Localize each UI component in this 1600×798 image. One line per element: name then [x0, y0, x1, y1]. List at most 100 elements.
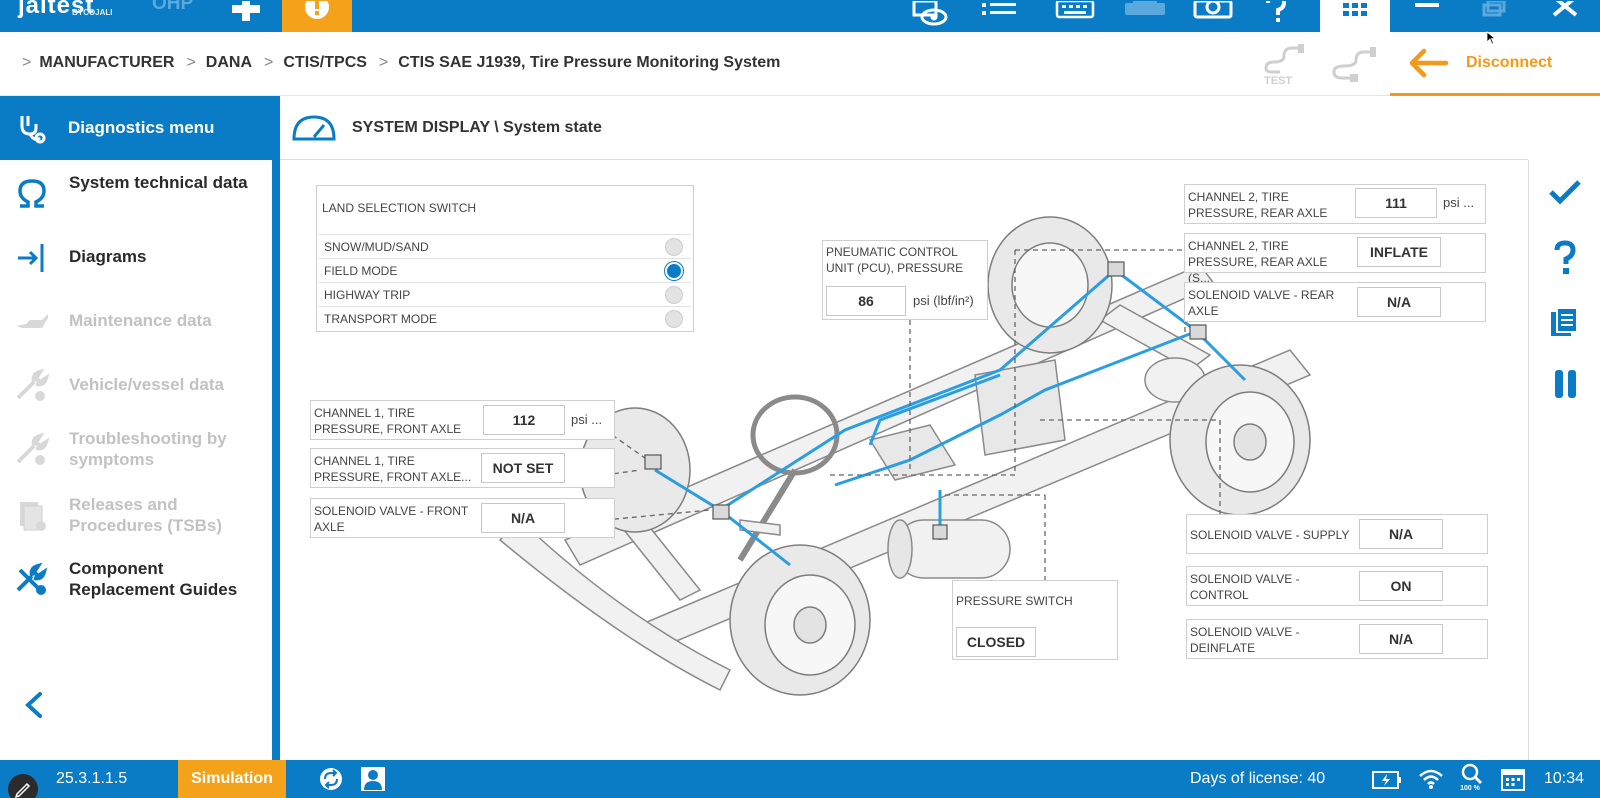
- wifi-icon: [1419, 769, 1443, 789]
- status-bar: 25.3.1.1.5 Simulation Days of license: 4…: [0, 760, 1600, 798]
- sidebar: Diagnostics menu System technical data D…: [0, 96, 280, 760]
- radio-icon[interactable]: [665, 286, 683, 304]
- pcu-pressure-panel: PNEUMATIC CONTROL UNIT (PCU), PRESSURE 8…: [822, 240, 988, 320]
- ch1-state-value: NOT SET: [481, 453, 565, 483]
- breadcrumb-item-category[interactable]: CTIS/TPCS: [283, 54, 367, 72]
- sidebar-item-label: Component Replacement Guides: [69, 559, 238, 599]
- ch1-pressure-panel: CHANNEL 1, TIRE PRESSURE, FRONT AXLE 112…: [310, 400, 615, 440]
- option-label: HIGHWAY TRIP: [324, 288, 411, 302]
- minimize-button[interactable]: [1402, 0, 1452, 32]
- pressure-switch-label: PRESSURE SWITCH: [956, 594, 1073, 608]
- diagnostics-menu-header[interactable]: Diagnostics menu: [0, 96, 272, 160]
- alert-button[interactable]: [282, 0, 352, 32]
- keyboard-icon: [1055, 1, 1095, 19]
- sidebar-item-label: Releases and Procedures (TSBs): [69, 495, 223, 535]
- disconnect-label: Disconnect: [1466, 53, 1553, 71]
- ch2-pressure-value: 111: [1355, 188, 1437, 218]
- plus-icon: [232, 1, 260, 21]
- pressure-switch-value: CLOSED: [956, 627, 1036, 657]
- new-button[interactable]: [222, 0, 270, 32]
- ch1-state-label: CHANNEL 1, TIRE PRESSURE, FRONT AXLE...: [314, 454, 472, 484]
- user-profile-icon[interactable]: [360, 766, 386, 792]
- sidebar-item-system-technical-data[interactable]: System technical data: [0, 170, 272, 214]
- chevron-left-icon[interactable]: [22, 690, 46, 720]
- option-label: FIELD MODE: [324, 264, 398, 278]
- land-option-field[interactable]: FIELD MODE: [319, 258, 691, 281]
- keyboard-button[interactable]: [1050, 0, 1100, 32]
- help-icon[interactable]: [1547, 240, 1583, 276]
- eye-icon: [912, 1, 948, 26]
- sidebar-item-maintenance-data: Maintenance data: [0, 302, 272, 338]
- test-cable-icon[interactable]: TEST: [1262, 44, 1306, 86]
- land-option-highway[interactable]: HIGHWAY TRIP: [319, 282, 691, 305]
- radio-selected-icon[interactable]: [665, 262, 683, 280]
- solenoid-rear-label: SOLENOID VALVE - REAR AXLE: [1188, 288, 1335, 318]
- sidebar-item-releases-tsbs: Releases and Procedures (TSBs): [0, 492, 272, 536]
- pcu-label: PNEUMATIC CONTROL UNIT (PCU), PRESSURE: [826, 245, 964, 275]
- clipboard-icon[interactable]: [1547, 304, 1583, 340]
- brand-suffix: OHP: [152, 0, 194, 14]
- solenoid-supply-label: SOLENOID VALVE - SUPPLY: [1190, 528, 1350, 542]
- camera-button[interactable]: [1188, 0, 1238, 32]
- ch1-pressure-value: 112: [483, 405, 565, 435]
- omega-icon: [18, 179, 46, 208]
- breadcrumb-item-system: CTIS SAE J1939, Tire Pressure Monitoring…: [398, 54, 781, 71]
- diagram-icon: [18, 244, 44, 272]
- page-title: SYSTEM DISPLAY \ System state: [352, 118, 602, 136]
- apps-button[interactable]: [1320, 0, 1390, 32]
- solenoid-front-label: SOLENOID VALVE - FRONT AXLE: [314, 504, 469, 534]
- calendar-icon[interactable]: [1500, 766, 1526, 792]
- sidebar-item-label: Vehicle/vessel data: [69, 375, 224, 394]
- test-label: TEST: [1264, 75, 1292, 86]
- pcu-value: 86: [826, 286, 906, 316]
- print-button[interactable]: [1120, 0, 1170, 32]
- camera-icon: [1193, 1, 1233, 19]
- list-button[interactable]: [975, 0, 1025, 32]
- cable-connector-icon[interactable]: [1330, 46, 1378, 84]
- solenoid-control-value: ON: [1359, 571, 1443, 601]
- restore-icon: [1482, 1, 1506, 17]
- list-icon: [982, 3, 1016, 15]
- close-icon: [1552, 1, 1578, 17]
- land-selection-panel: LAND SELECTION SWITCH SNOW/MUD/SAND FIEL…: [316, 185, 694, 332]
- solenoid-deinflate-value: N/A: [1359, 624, 1443, 654]
- breadcrumb-item-brand[interactable]: DANA: [206, 54, 252, 72]
- main-header: SYSTEM DISPLAY \ System state: [280, 96, 1528, 160]
- land-option-snow[interactable]: SNOW/MUD/SAND: [319, 234, 691, 257]
- option-label: TRANSPORT MODE: [324, 312, 437, 326]
- pause-icon[interactable]: [1547, 366, 1583, 402]
- sidebar-item-label: Maintenance data: [69, 311, 212, 330]
- ch2-state-label: CHANNEL 2, TIRE PRESSURE, REAR AXLE (S..…: [1188, 239, 1328, 285]
- sync-icon[interactable]: [318, 766, 344, 792]
- minimize-icon: [1415, 3, 1439, 7]
- apps-grid-icon: [1343, 3, 1367, 16]
- sidebar-item-vehicle-data: Vehicle/vessel data: [0, 366, 272, 402]
- pencil-icon: [14, 782, 31, 798]
- edit-pen-icon[interactable]: [8, 774, 38, 798]
- chevron-right-icon: >: [186, 54, 196, 71]
- view-button[interactable]: [905, 0, 955, 32]
- help-button[interactable]: [1256, 0, 1296, 32]
- ch1-pressure-label: CHANNEL 1, TIRE PRESSURE, FRONT AXLE: [314, 406, 462, 436]
- land-selection-title: LAND SELECTION SWITCH: [322, 201, 477, 215]
- solenoid-rear-panel: SOLENOID VALVE - REAR AXLE N/A: [1184, 282, 1486, 322]
- solenoid-control-label: SOLENOID VALVE - CONTROL: [1190, 572, 1300, 602]
- solenoid-front-panel: SOLENOID VALVE - FRONT AXLE N/A: [310, 498, 615, 538]
- radio-icon[interactable]: [665, 238, 683, 256]
- zoom-level: 100 %: [1460, 785, 1480, 792]
- breadcrumb-item-manufacturer[interactable]: MANUFACTURER: [39, 54, 174, 72]
- alert-icon: [305, 1, 329, 19]
- ch2-state-value: INFLATE: [1357, 237, 1441, 267]
- battery-charging-icon: [1372, 771, 1401, 789]
- sidebar-item-diagrams[interactable]: Diagrams: [0, 238, 272, 274]
- land-option-transport[interactable]: TRANSPORT MODE: [319, 306, 691, 329]
- control-unit: [868, 424, 957, 481]
- restore-button[interactable]: [1470, 0, 1520, 32]
- ch1-pressure-unit: psi ...: [571, 412, 603, 427]
- gauge-icon: [292, 114, 336, 140]
- pressure-switch-panel: PRESSURE SWITCH CLOSED: [952, 580, 1118, 660]
- close-button[interactable]: [1540, 0, 1590, 32]
- radio-icon[interactable]: [665, 310, 683, 328]
- checkmark-icon[interactable]: [1547, 174, 1583, 210]
- sidebar-item-component-guides[interactable]: Component Replacement Guides: [0, 556, 272, 600]
